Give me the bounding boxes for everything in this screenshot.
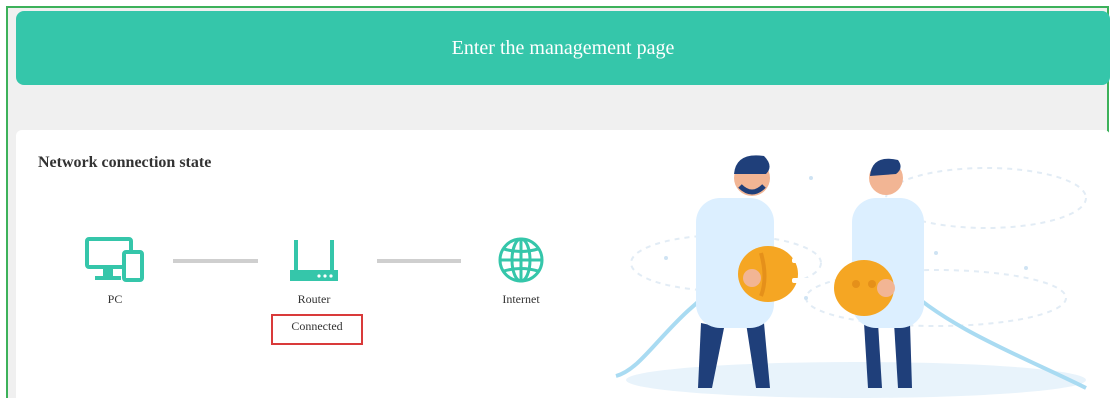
page-frame: Enter the management page Network connec… [6, 6, 1110, 400]
router-status-badge: Connected [271, 314, 363, 345]
router-label: Router [297, 292, 331, 306]
pc-label: PC [107, 292, 123, 306]
network-state-title: Network connection state [38, 154, 212, 171]
router-icon [290, 240, 338, 281]
router-node: Router [281, 236, 347, 307]
pc-router-link [173, 259, 258, 263]
internet-label: Internet [502, 292, 540, 306]
people-plugging-illustration [615, 155, 1087, 398]
pc-node: PC [82, 236, 148, 307]
globe-icon [498, 237, 544, 283]
internet-node: Internet [486, 236, 556, 307]
network-state-card: Network connection state PC Router Inter… [16, 130, 1110, 400]
router-internet-link [377, 259, 461, 263]
enter-management-page-button[interactable]: Enter the management page [16, 11, 1110, 85]
pc-monitor-icon [85, 237, 144, 282]
